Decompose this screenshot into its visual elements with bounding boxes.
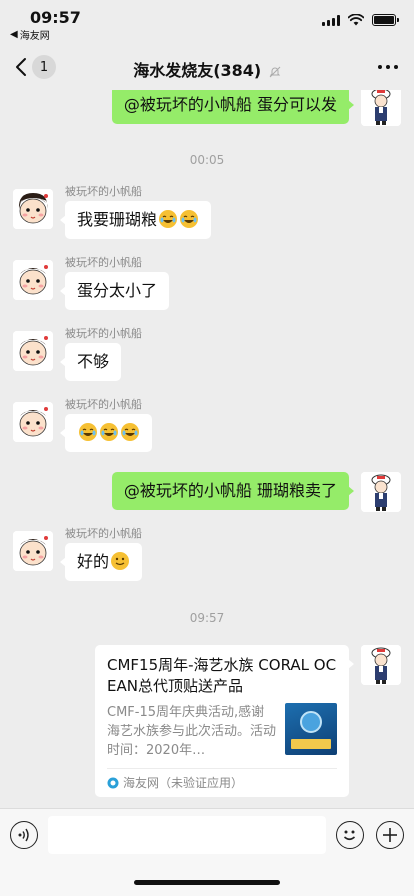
app-logo-icon bbox=[107, 777, 119, 788]
sailor-avatar-icon bbox=[361, 472, 401, 512]
plus-button[interactable] bbox=[376, 821, 404, 849]
self-avatar[interactable] bbox=[361, 645, 401, 685]
battery-icon bbox=[372, 14, 399, 26]
laugh-cry-emoji-icon bbox=[159, 210, 178, 228]
chat-title: 海水发烧友(384) bbox=[0, 57, 414, 81]
emoji-icon bbox=[343, 830, 356, 841]
wifi-icon bbox=[348, 14, 364, 26]
member-avatar[interactable] bbox=[13, 260, 53, 300]
boy-avatar-icon bbox=[13, 260, 53, 300]
message-list[interactable]: @被玩坏的小帆船 蛋分可以发 00:05 被玩坏的小帆船 我要珊瑚粮 被玩坏的小… bbox=[0, 90, 414, 808]
smile-emoji-icon bbox=[111, 552, 130, 570]
message-text: 我要珊瑚粮 bbox=[77, 210, 158, 229]
sender-name: 被玩坏的小帆船 bbox=[65, 398, 142, 411]
laugh-cry-emoji-icon bbox=[180, 210, 199, 228]
timestamp: 00:05 bbox=[189, 153, 225, 167]
message-text: 好的 bbox=[77, 552, 110, 571]
status-time: 09:57 bbox=[30, 8, 81, 27]
boy-avatar-icon bbox=[13, 189, 53, 229]
back-triangle-icon: ◀ bbox=[10, 29, 18, 40]
more-icon[interactable] bbox=[378, 65, 398, 69]
message-input[interactable] bbox=[48, 816, 326, 854]
received-bubble[interactable]: 好的 bbox=[59, 543, 143, 581]
boy-avatar-icon bbox=[13, 402, 53, 442]
sender-name: 被玩坏的小帆船 bbox=[65, 327, 142, 340]
received-bubble[interactable]: 我要珊瑚粮 bbox=[59, 201, 212, 239]
member-avatar[interactable] bbox=[13, 331, 53, 371]
link-card-thumbnail bbox=[285, 703, 337, 755]
emoji-button[interactable] bbox=[336, 821, 364, 849]
sailor-avatar-icon bbox=[361, 645, 401, 685]
member-avatar[interactable] bbox=[13, 402, 53, 442]
link-card[interactable]: CMF15周年-海艺水族 CORAL OCEAN总代顶贴送产品 CMF-15周年… bbox=[95, 645, 354, 797]
voice-icon bbox=[18, 828, 29, 842]
sent-bubble[interactable]: @被玩坏的小帆船 珊瑚粮卖了 bbox=[111, 472, 355, 510]
signal-icon bbox=[322, 14, 340, 26]
link-card-source: 海友网（未验证应用） bbox=[107, 768, 337, 791]
group-name: 海水发烧友(384) bbox=[133, 61, 262, 80]
home-indicator[interactable] bbox=[134, 880, 280, 885]
link-card-description: CMF-15周年庆典活动,感谢海艺水族参与此次活动。活动时间：2020年… bbox=[107, 705, 277, 758]
sent-bubble[interactable]: @被玩坏的小帆船 蛋分可以发 bbox=[111, 90, 355, 124]
status-bar: 09:57 ◀ 海友网 bbox=[0, 0, 414, 44]
boy-avatar-icon bbox=[13, 331, 53, 371]
received-bubble[interactable]: 蛋分太小了 bbox=[59, 272, 170, 310]
sender-name: 被玩坏的小帆船 bbox=[65, 256, 142, 269]
laugh-cry-emoji-icon bbox=[79, 423, 97, 441]
back-to-app[interactable]: ◀ 海友网 bbox=[10, 27, 50, 42]
member-avatar[interactable] bbox=[13, 189, 53, 229]
sender-name: 被玩坏的小帆船 bbox=[65, 185, 142, 198]
member-avatar[interactable] bbox=[13, 531, 53, 571]
received-bubble[interactable] bbox=[60, 414, 152, 452]
status-icons bbox=[322, 14, 399, 26]
sender-name: 被玩坏的小帆船 bbox=[65, 527, 142, 540]
timestamp: 09:57 bbox=[189, 611, 225, 625]
laugh-cry-emoji-icon bbox=[121, 423, 139, 441]
chat-header: 1 海水发烧友(384) bbox=[0, 44, 414, 90]
link-card-source-label: 海友网（未验证应用） bbox=[123, 776, 244, 790]
self-avatar[interactable] bbox=[361, 472, 401, 512]
back-app-label: 海友网 bbox=[19, 31, 50, 42]
sailor-avatar-icon bbox=[361, 90, 401, 126]
voice-button[interactable] bbox=[10, 821, 38, 849]
boy-avatar-icon bbox=[13, 531, 53, 571]
self-avatar[interactable] bbox=[361, 90, 401, 126]
laugh-cry-emoji-icon bbox=[100, 423, 118, 441]
link-card-title: CMF15周年-海艺水族 CORAL OCEAN总代顶贴送产品 bbox=[107, 656, 337, 695]
mute-icon bbox=[269, 66, 281, 77]
plus-icon bbox=[383, 828, 397, 842]
received-bubble[interactable]: 不够 bbox=[59, 343, 122, 381]
